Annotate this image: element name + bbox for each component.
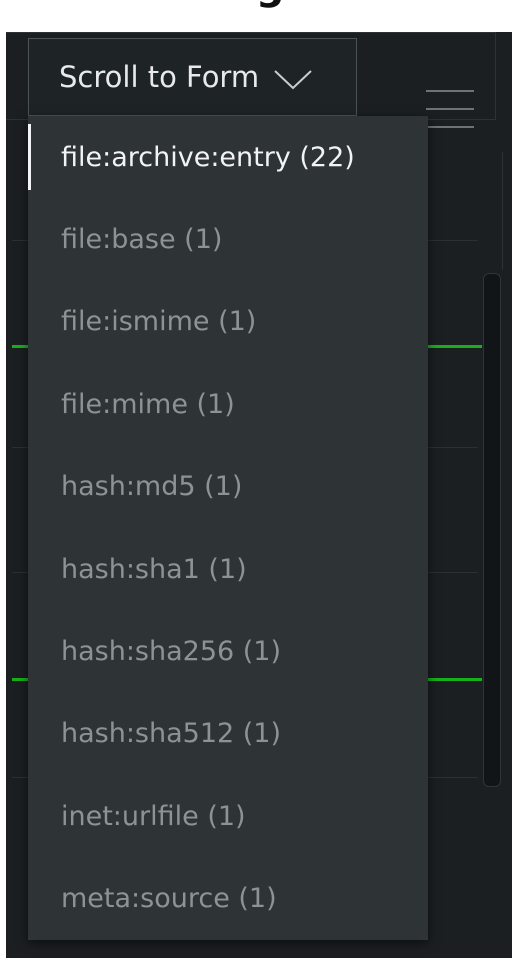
dropdown-item[interactable]: hash:sha256 (1) bbox=[28, 610, 428, 692]
scroll-to-form-label: Scroll to Form bbox=[59, 60, 260, 94]
dropdown-item[interactable]: hash:sha1 (1) bbox=[28, 528, 428, 610]
dropdown-item[interactable]: hash:sha512 (1) bbox=[28, 693, 428, 775]
page-heading-partial: ng bbox=[0, 0, 512, 8]
scroll-to-form-button[interactable]: Scroll to Form bbox=[28, 38, 357, 116]
hamburger-menu-icon[interactable] bbox=[426, 90, 474, 128]
dropdown-item[interactable]: inet:urlfile (1) bbox=[28, 775, 428, 857]
dropdown-item[interactable]: file:archive:entry (22) bbox=[28, 116, 428, 198]
dropdown-item[interactable]: file:base (1) bbox=[28, 198, 428, 280]
scroll-to-form-dropdown: file:archive:entry (22) file:base (1) fi… bbox=[28, 116, 428, 940]
dropdown-item[interactable]: hash:md5 (1) bbox=[28, 446, 428, 528]
chevron-down-icon bbox=[273, 65, 313, 90]
dropdown-item[interactable]: file:mime (1) bbox=[28, 363, 428, 445]
panel-divider bbox=[502, 152, 503, 270]
dropdown-item[interactable]: meta:source (1) bbox=[28, 858, 428, 940]
dropdown-item[interactable]: file:ismime (1) bbox=[28, 281, 428, 363]
page: ng Scroll to Form file:archive:entry (22… bbox=[0, 0, 512, 958]
scrollbar[interactable] bbox=[483, 273, 501, 787]
